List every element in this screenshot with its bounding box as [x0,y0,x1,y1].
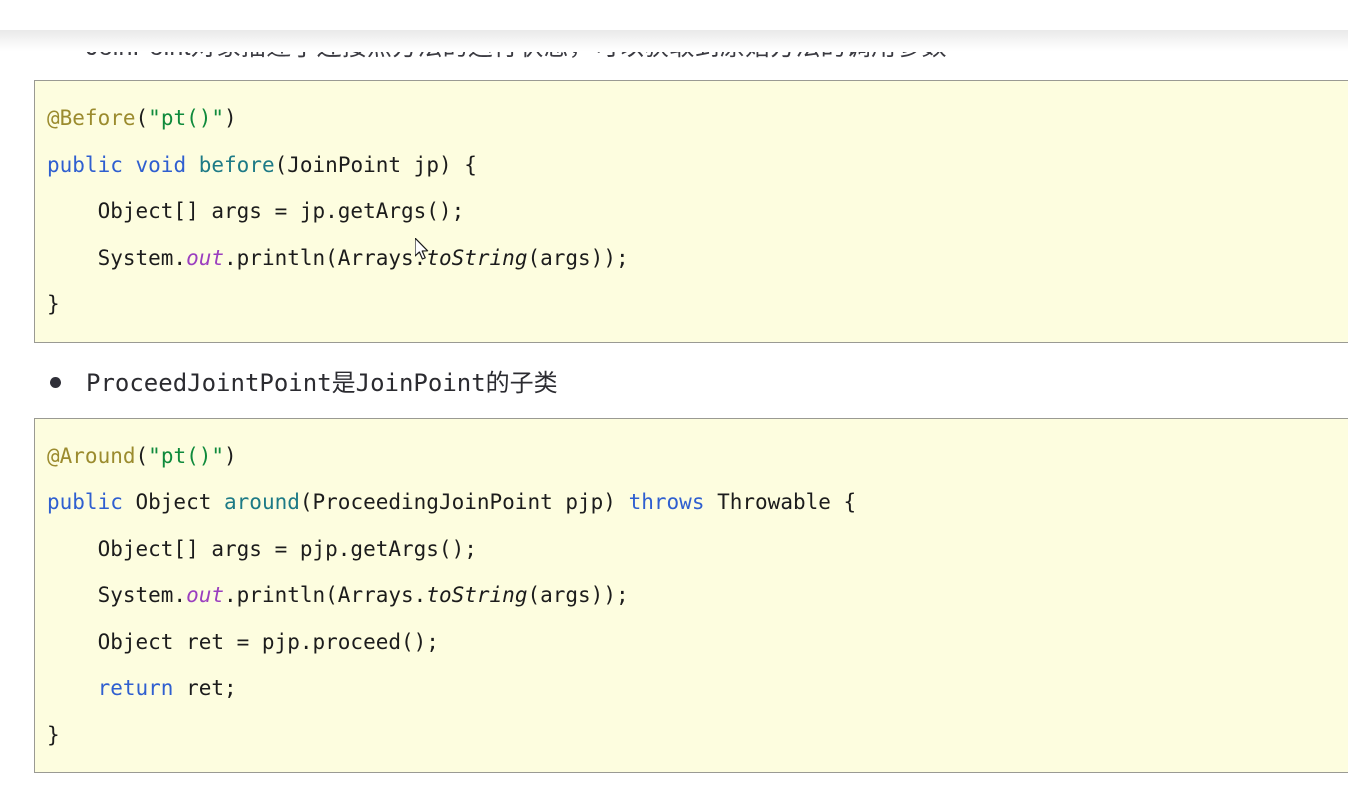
bullet-item-joinpoint-description: JoinPoint对象描述了连接点方法的运行状态，可以获取到原始方法的调用参数 [0,30,1348,64]
code-token-keyword: throws [628,490,705,514]
code-line: @Before("pt()") [47,95,1348,142]
code-line: @Around("pt()") [47,433,1348,480]
code-line: Object[] args = pjp.getArgs(); [47,526,1348,573]
code-line: Object ret = pjp.proceed(); [47,619,1348,666]
code-block-around-advice: @Around("pt()") public Object around(Proc… [34,417,1348,773]
code-token-plain: Object[] args = jp.getArgs(); [47,199,465,223]
code-token-annotation: @Before [47,106,136,130]
bullet-text: ProceedJointPoint是JoinPoint的子类 [86,368,558,397]
bullet-dot-icon [50,41,61,52]
code-token-plain: ret; [173,676,237,700]
slide-page: JoinPoint对象描述了连接点方法的运行状态，可以获取到原始方法的调用参数 … [0,30,1348,789]
code-line: System.out.println(Arrays.toString(args)… [47,572,1348,619]
bullet-dot-icon [50,376,61,388]
code-token-plain: System. [47,245,187,270]
code-token-field: out [186,583,225,607]
code-token-plain: .println(Arrays. [224,583,427,607]
code-token-static: toString [426,583,528,607]
code-line: } [47,281,1348,328]
code-token-keyword: void [135,152,187,177]
code-token-plain: } [47,722,60,747]
code-token-plain: (JoinPoint jp) { [274,152,477,177]
code-token-field: out [186,245,225,270]
code-token-keyword: return [97,676,174,700]
code-block-before-advice: @Before("pt()") public void before(JoinPo… [34,80,1348,343]
code-token-plain: Throwable { [704,490,857,514]
code-token-plain: ) [224,106,237,130]
code-token-method: before [198,152,275,177]
code-token-static: toString [426,245,528,270]
code-token-keyword: public [47,490,123,514]
code-token-plain: Object [122,490,225,514]
bullet-item-proceedjoinpoint-subclass: ProceedJointPoint是JoinPoint的子类 [0,366,1348,400]
code-token-plain: Object ret = pjp.proceed(); [47,629,439,654]
code-token-keyword: public [47,152,123,177]
code-token-plain: (args)); [527,583,629,607]
code-line: public Object around(ProceedingJoinPoint… [47,479,1348,526]
code-token-plain: } [47,292,60,316]
code-token-string: "pt()" [148,106,225,130]
code-token-plain: ( [135,106,149,130]
code-line: } [47,712,1348,759]
code-token-string: "pt()" [148,443,225,468]
code-token-plain: (ProceedingJoinPoint pjp) [299,490,629,514]
code-token-plain: .println(Arrays. [224,245,427,270]
code-line: return ret; [47,665,1348,712]
code-token-annotation: @Around [47,443,136,468]
code-token-plain: ) [224,443,237,468]
code-token-method: around [224,490,300,514]
code-token-plain: System. [47,583,187,607]
code-line: System.out.println(Arrays.toString(args)… [47,235,1348,282]
code-token-plain: (args)); [527,245,629,270]
code-token-plain: Object[] args = pjp.getArgs(); [47,536,477,561]
bullet-text: JoinPoint对象描述了连接点方法的运行状态，可以获取到原始方法的调用参数 [86,33,947,61]
code-line: public void before(JoinPoint jp) { [47,142,1348,189]
code-token-plain: ( [135,443,149,468]
code-line: Object[] args = jp.getArgs(); [47,188,1348,235]
